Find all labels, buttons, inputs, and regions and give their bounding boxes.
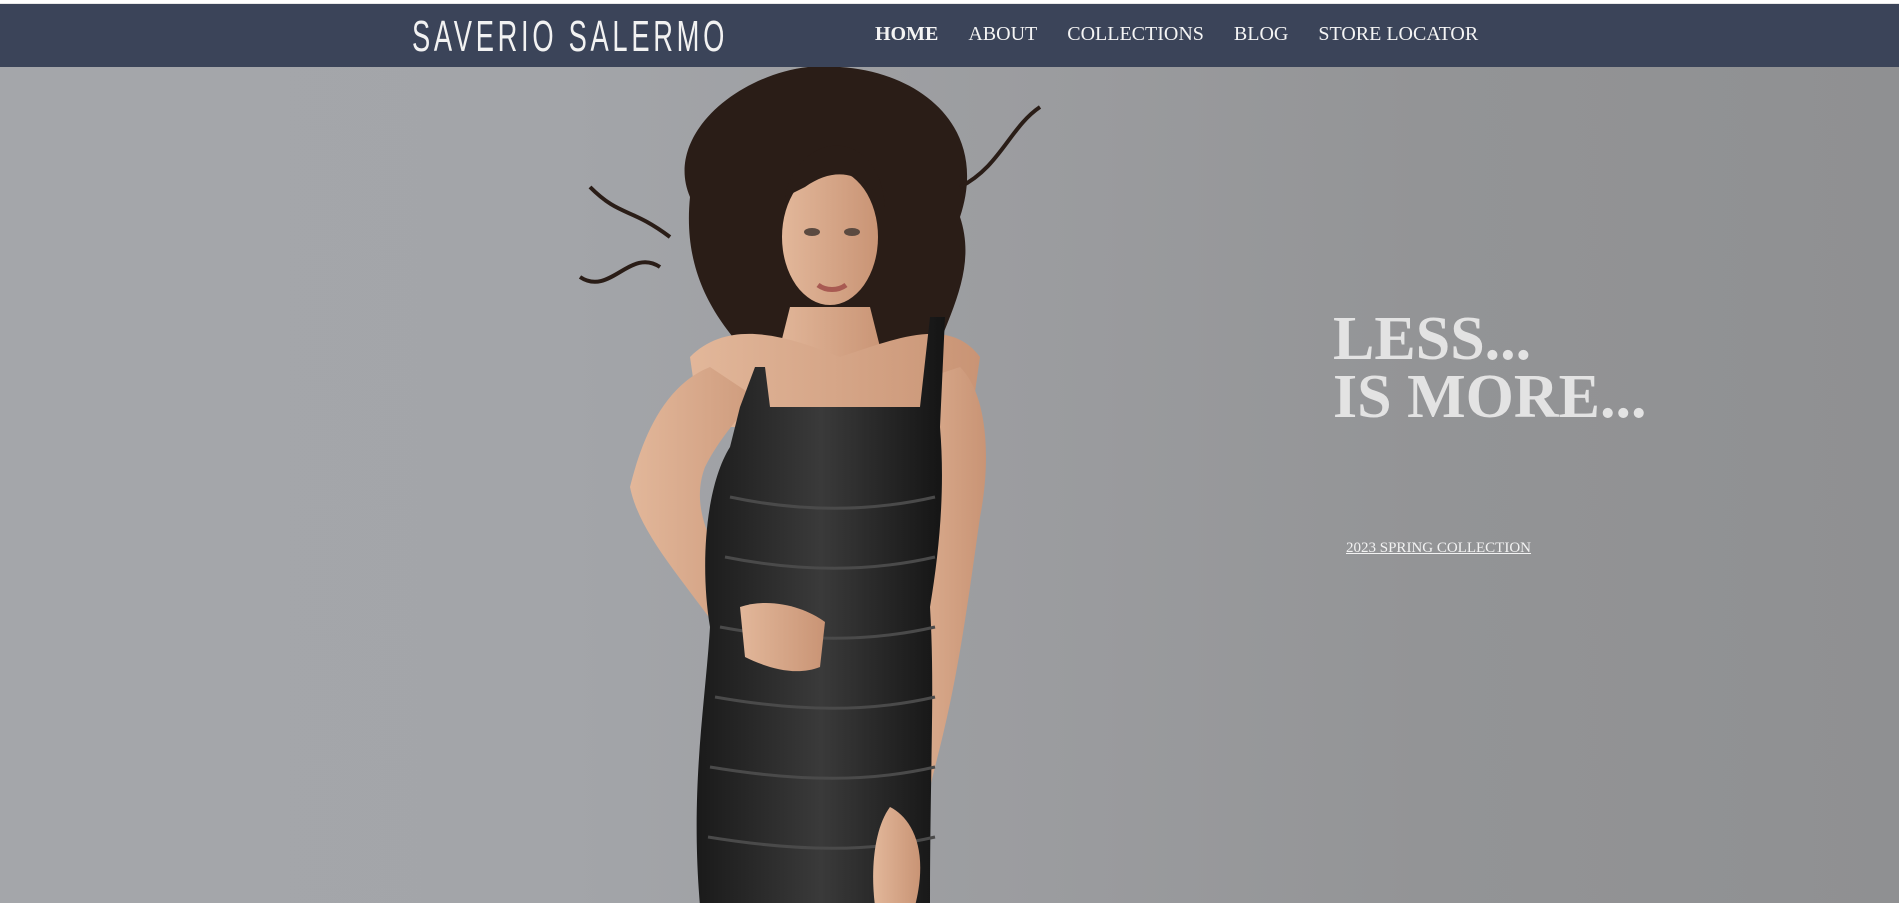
spring-collection-link[interactable]: 2023 SPRING COLLECTION bbox=[1346, 540, 1531, 557]
navbar: SAVERIO SALERMO HOME ABOUT COLLECTIONS B… bbox=[0, 3, 1899, 67]
nav-home[interactable]: HOME bbox=[875, 23, 938, 46]
hero-headline: LESS... IS MORE... bbox=[1333, 305, 1647, 431]
hero-model-image bbox=[578, 67, 1042, 906]
nav-store-locator[interactable]: STORE LOCATOR bbox=[1318, 23, 1478, 46]
headline-line-2: IS MORE... bbox=[1333, 363, 1647, 431]
nav-collections[interactable]: COLLECTIONS bbox=[1067, 23, 1204, 46]
nav-blog[interactable]: BLOG bbox=[1234, 23, 1288, 46]
brand-logo[interactable]: SAVERIO SALERMO bbox=[412, 12, 728, 62]
hero-banner: LESS... IS MORE... 2023 SPRING COLLECTIO… bbox=[0, 67, 1899, 906]
main-nav: HOME ABOUT COLLECTIONS BLOG STORE LOCATO… bbox=[875, 4, 1508, 64]
nav-about[interactable]: ABOUT bbox=[968, 23, 1037, 46]
headline-line-1: LESS... bbox=[1333, 305, 1532, 373]
page: SAVERIO SALERMO HOME ABOUT COLLECTIONS B… bbox=[0, 0, 1899, 906]
